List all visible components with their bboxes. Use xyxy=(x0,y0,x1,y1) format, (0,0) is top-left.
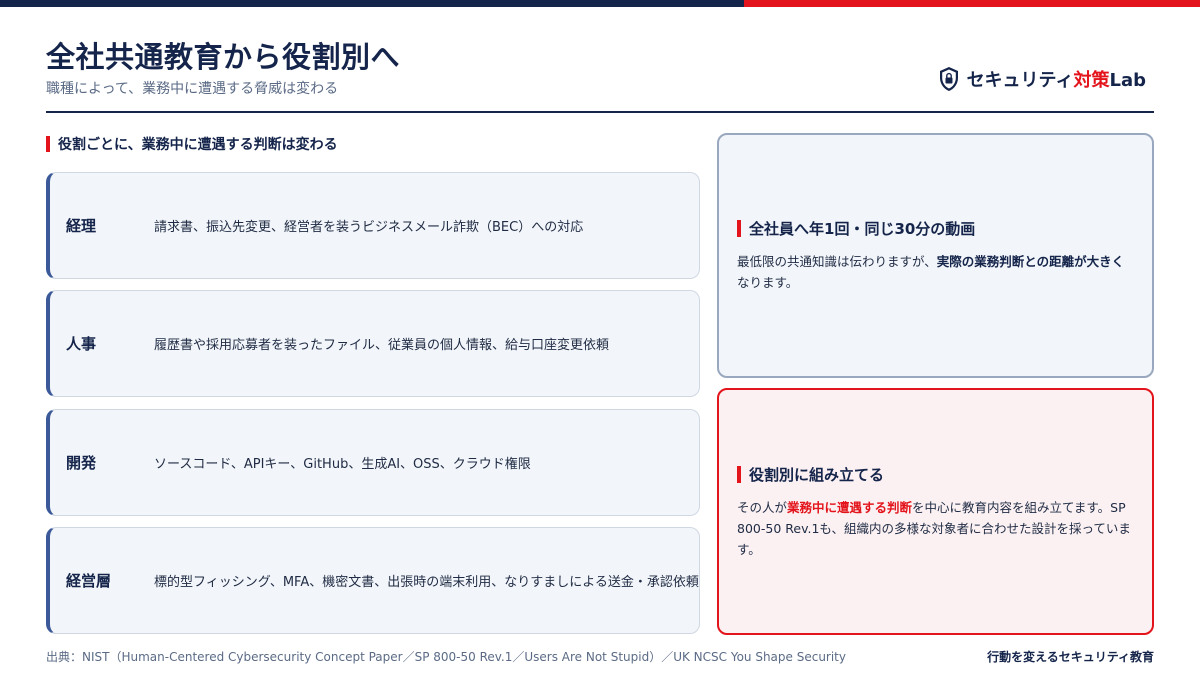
panel-role-based-training: 役割別に組み立てる その人が業務中に遭遇する判断を中心に教育内容を組み立てます。… xyxy=(717,388,1154,635)
emphasis-text: 実際の業務判断との距離が大きく xyxy=(936,254,1125,269)
footer-tagline: 行動を変えるセキュリティ教育 xyxy=(987,650,1154,664)
page-subtitle: 職種によって、業務中に遭遇する脅威は変わる xyxy=(46,81,339,97)
panel-heading: 全社員へ年1回・同じ30分の動画 xyxy=(737,218,1134,239)
header-divider xyxy=(46,111,1154,113)
role-description: 標的型フィッシング、MFA、機密文書、出張時の端末利用、なりすましによる送金・承… xyxy=(154,575,699,590)
panel-heading: 役割別に組み立てる xyxy=(737,464,1134,485)
role-description: 履歴書や採用応募者を装ったファイル、従業員の個人情報、給与口座変更依頼 xyxy=(154,338,610,353)
panel-heading-text: 役割別に組み立てる xyxy=(749,465,885,484)
role-name: 経理 xyxy=(66,217,97,235)
heading-accent-bar xyxy=(737,220,741,237)
panel-company-wide-training: 全社員へ年1回・同じ30分の動画 最低限の共通知識は伝わりますが、実際の業務判断… xyxy=(717,133,1154,378)
role-card-executives: 経営層 標的型フィッシング、MFA、機密文書、出張時の端末利用、なりすましによる… xyxy=(46,527,700,634)
role-card-development: 開発 ソースコード、APIキー、GitHub、生成AI、OSS、クラウド権限 xyxy=(46,409,700,516)
section-heading-text: 役割ごとに、業務中に遭遇する判断は変わる xyxy=(58,137,338,153)
brand-name: セキュリティ対策Lab xyxy=(966,70,1146,91)
section-heading: 役割ごとに、業務中に遭遇する判断は変わる xyxy=(46,134,338,154)
role-name: 開発 xyxy=(66,454,97,472)
brand-logo: セキュリティ対策Lab xyxy=(939,66,1146,92)
shield-lock-icon xyxy=(939,67,958,91)
page-title: 全社共通教育から役割別へ xyxy=(46,40,401,74)
role-description: 請求書、振込先変更、経営者を装うビジネスメール詐欺（BEC）への対応 xyxy=(154,220,584,235)
role-name: 経営層 xyxy=(66,572,112,590)
top-accent-bar xyxy=(0,0,1200,7)
panel-heading-text: 全社員へ年1回・同じ30分の動画 xyxy=(749,220,976,238)
role-card-accounting: 経理 請求書、振込先変更、経営者を装うビジネスメール詐欺（BEC）への対応 xyxy=(46,172,700,279)
role-name: 人事 xyxy=(66,335,97,353)
heading-accent-bar xyxy=(737,465,741,483)
highlight-text: 業務中に遭遇する判断 xyxy=(787,499,913,515)
role-card-hr: 人事 履歴書や採用応募者を装ったファイル、従業員の個人情報、給与口座変更依頼 xyxy=(46,290,700,397)
role-description: ソースコード、APIキー、GitHub、生成AI、OSS、クラウド権限 xyxy=(154,457,531,472)
top-bar-red-segment xyxy=(744,0,1200,7)
panel-body: 最低限の共通知識は伝わりますが、実際の業務判断との距離が大きくなります。 xyxy=(737,254,1125,290)
panel-body: その人が業務中に遭遇する判断を中心に教育内容を組み立てます。SP 800-50 … xyxy=(737,499,1131,557)
heading-accent-bar xyxy=(46,136,50,152)
source-citation: 出典：NIST（Human-Centered Cybersecurity Con… xyxy=(46,650,846,664)
top-bar-navy-segment xyxy=(0,0,744,7)
